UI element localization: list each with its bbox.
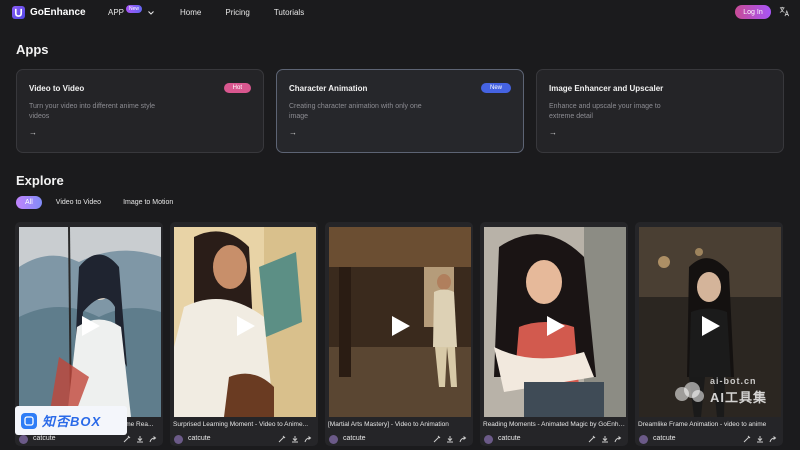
download-icon[interactable] (601, 435, 609, 443)
explore-heading: Explore (16, 173, 64, 188)
ai-bot-watermark: ai-bot.cn AI工具集 (672, 376, 782, 408)
app-card-description: Creating character animation with only o… (289, 103, 422, 120)
arrow-right-icon: → (549, 128, 557, 137)
magic-wand-icon[interactable] (278, 435, 286, 443)
download-icon[interactable] (291, 435, 299, 443)
video-thumbnail[interactable] (19, 227, 161, 417)
new-badge: New (480, 83, 511, 93)
goenhance-logo-icon (12, 6, 25, 19)
download-icon[interactable] (756, 435, 764, 443)
arrow-right-icon: → (29, 128, 37, 137)
language-icon[interactable] (779, 6, 790, 17)
apps-heading: Apps (16, 42, 49, 57)
video-card[interactable]: Surprised Learning Moment - Video to Ani… (170, 222, 318, 446)
brand-name: GoEnhance (30, 7, 86, 18)
filter-image-to-motion[interactable]: Image to Motion (123, 196, 173, 209)
cloud-logo-icon (675, 382, 704, 402)
play-icon[interactable] (701, 315, 721, 337)
watermark-left-text: 知否BOX (42, 414, 102, 429)
avatar (484, 435, 493, 444)
share-icon[interactable] (769, 435, 777, 443)
download-icon[interactable] (446, 435, 454, 443)
nav-app-label: APP (108, 8, 125, 17)
magic-wand-icon[interactable] (433, 435, 441, 443)
share-icon[interactable] (149, 435, 157, 443)
nav-app-new-badge: New (126, 4, 143, 13)
video-title: Reading Moments - Animated Magic by GoEn… (483, 421, 625, 428)
filter-bar: All Video to Video Image to Motion (16, 196, 195, 209)
login-button[interactable]: Log In (735, 5, 771, 19)
filter-all[interactable]: All (16, 196, 42, 209)
app-card-description: Enhance and upscale your image to extrem… (549, 103, 661, 120)
author-name[interactable]: catcute (343, 435, 366, 442)
video-actions (433, 435, 467, 443)
share-icon[interactable] (614, 435, 622, 443)
play-icon[interactable] (81, 315, 101, 337)
zhifou-box-watermark: 知否BOX (15, 406, 127, 435)
author-name[interactable]: catcute (188, 435, 211, 442)
share-icon[interactable] (459, 435, 467, 443)
video-actions (588, 435, 622, 443)
author-name[interactable]: catcute (33, 435, 56, 442)
nav-tutorials-link[interactable]: Tutorials (274, 8, 304, 17)
app-card-title: Video to Video (29, 84, 85, 93)
hot-badge: Hot (223, 83, 251, 93)
app-card-description: Turn your video into different anime sty… (29, 103, 156, 120)
watermark-url: ai-bot.cn (710, 376, 757, 386)
video-thumbnail[interactable] (484, 227, 626, 417)
magic-wand-icon[interactable] (123, 435, 131, 443)
video-title: Surprised Learning Moment - Video to Ani… (173, 421, 309, 428)
video-card[interactable]: Dreamlike Frame Animation - video to ani… (635, 222, 783, 446)
video-thumbnail[interactable] (329, 227, 471, 417)
video-actions (743, 435, 777, 443)
video-title: [Martial Arts Mastery] - Video to Animat… (328, 421, 449, 428)
brand-logo[interactable]: GoEnhance (12, 6, 86, 19)
nav-pricing-link[interactable]: Pricing (225, 8, 249, 17)
nav-app-menu[interactable]: APP New (108, 4, 156, 18)
top-nav: GoEnhance APP New Home Pricing Tutorials… (0, 0, 800, 25)
play-icon[interactable] (236, 315, 256, 337)
avatar (19, 435, 28, 444)
chevron-down-icon (148, 10, 154, 15)
magic-wand-icon[interactable] (743, 435, 751, 443)
video-title: Dreamlike Frame Animation - video to ani… (638, 421, 767, 428)
nav-links: APP New Home Pricing Tutorials (108, 0, 328, 25)
arrow-right-icon: → (289, 128, 297, 137)
author-name[interactable]: catcute (498, 435, 521, 442)
video-actions (123, 435, 157, 443)
avatar (329, 435, 338, 444)
zhifou-logo-icon (21, 412, 37, 429)
download-icon[interactable] (136, 435, 144, 443)
nav-home-link[interactable]: Home (180, 8, 201, 17)
video-actions (278, 435, 312, 443)
app-card-character-animation[interactable]: Character Animation Creating character a… (276, 69, 524, 153)
video-thumbnail[interactable] (174, 227, 316, 417)
filter-video-to-video[interactable]: Video to Video (56, 196, 101, 209)
play-icon[interactable] (546, 315, 566, 337)
app-card-video-to-video[interactable]: Video to Video Turn your video into diff… (16, 69, 264, 153)
watermark-name: AI工具集 (710, 390, 768, 405)
share-icon[interactable] (304, 435, 312, 443)
video-card[interactable]: [Martial Arts Mastery] - Video to Animat… (325, 222, 473, 446)
video-footer: catcute (170, 432, 318, 446)
play-icon[interactable] (391, 315, 411, 337)
app-card-title: Image Enhancer and Upscaler (549, 84, 664, 93)
app-card-title: Character Animation (289, 84, 368, 93)
author-name[interactable]: catcute (653, 435, 676, 442)
magic-wand-icon[interactable] (588, 435, 596, 443)
app-card-image-enhancer[interactable]: Image Enhancer and Upscaler Enhance and … (536, 69, 784, 153)
avatar (174, 435, 183, 444)
avatar (639, 435, 648, 444)
video-footer: catcute (325, 432, 473, 446)
video-footer: catcute (635, 432, 783, 446)
video-card[interactable]: Reading Moments - Animated Magic by GoEn… (480, 222, 628, 446)
video-footer: catcute (480, 432, 628, 446)
